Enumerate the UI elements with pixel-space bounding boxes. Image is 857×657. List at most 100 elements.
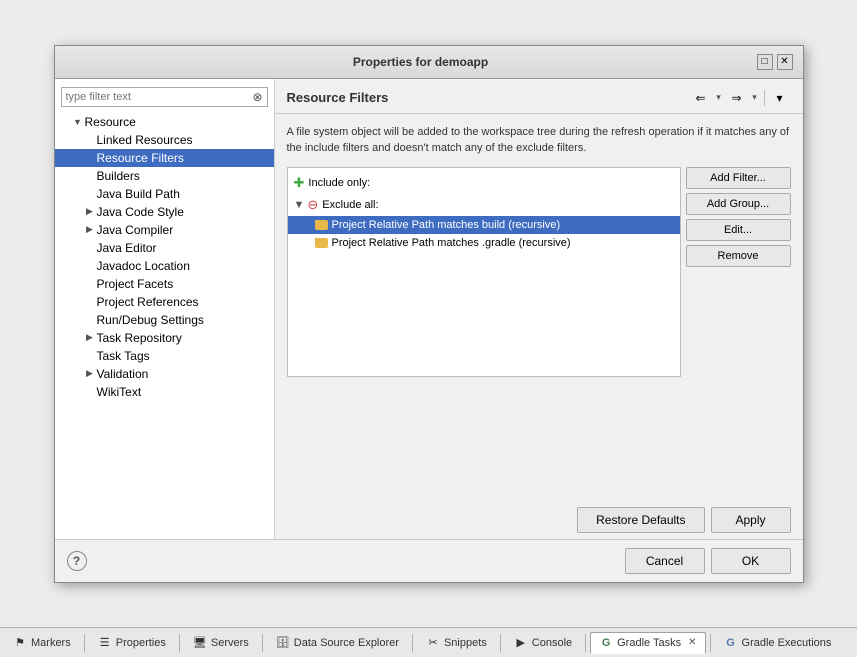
filter-row-1-label: Project Relative Path matches build (rec… — [332, 219, 561, 231]
taskbar-div-6 — [585, 634, 586, 652]
properties-dialog: Properties for demoapp □ ✕ ⊗ ▼ Resource — [54, 45, 804, 583]
filter-input[interactable] — [62, 88, 249, 106]
taskbar-item-snippets[interactable]: ✂ Snippets — [417, 632, 496, 654]
footer-buttons: Cancel OK — [625, 548, 791, 574]
dialog-titlebar: Properties for demoapp □ ✕ — [55, 46, 803, 79]
sidebar-item-validation[interactable]: ▶ Validation — [55, 365, 274, 383]
gradle-tasks-label: Gradle Tasks — [617, 637, 681, 649]
filters-list: ✚ Include only: ▼ ⊖ Exclude all: — [287, 167, 681, 377]
exclude-triangle-icon: ▼ — [294, 199, 305, 211]
sidebar-item-resource[interactable]: ▼ Resource — [55, 113, 274, 131]
spacer-pf — [83, 277, 97, 291]
sidebar-item-builders[interactable]: Builders — [55, 167, 274, 185]
gradle-tasks-close-icon[interactable]: ✕ — [688, 637, 696, 648]
taskbar-item-markers[interactable]: ⚑ Markers — [4, 632, 80, 654]
folder-icon-row2 — [315, 238, 328, 248]
panel-header: Resource Filters ⇐ ▾ ⇒ ▾ ▾ — [275, 79, 803, 114]
cancel-button[interactable]: Cancel — [625, 548, 705, 574]
include-group-header[interactable]: ✚ Include only: — [288, 172, 680, 194]
snippets-label: Snippets — [444, 637, 487, 649]
taskbar-div-3 — [262, 634, 263, 652]
dialog-background: Properties for demoapp □ ✕ ⊗ ▼ Resource — [0, 0, 857, 627]
sidebar-item-run-debug-settings[interactable]: Run/Debug Settings — [55, 311, 274, 329]
restore-defaults-button[interactable]: Restore Defaults — [577, 507, 704, 533]
taskbar-item-properties[interactable]: ☰ Properties — [89, 632, 175, 654]
exclude-minus-icon: ⊖ — [307, 197, 318, 213]
expand-arrow-jcs: ▶ — [83, 205, 97, 219]
nav-forward-button[interactable]: ⇒ — [726, 87, 748, 109]
servers-icon: 🖥 — [193, 636, 207, 650]
filters-section: ✚ Include only: ▼ ⊖ Exclude all: — [287, 167, 791, 377]
nav-forward-dropdown[interactable]: ▾ — [750, 87, 760, 109]
gradle-tasks-icon: G — [599, 636, 613, 650]
sidebar-item-project-references[interactable]: Project References — [55, 293, 274, 311]
exclude-group-label: Exclude all: — [322, 199, 378, 211]
sidebar-item-wikitext[interactable]: WikiText — [55, 383, 274, 401]
panel-toolbar: ⇐ ▾ ⇒ ▾ ▾ — [690, 87, 791, 109]
filter-row-build[interactable]: Project Relative Path matches build (rec… — [288, 216, 680, 234]
datasource-label: Data Source Explorer — [294, 637, 399, 649]
spacer-linked — [83, 133, 97, 147]
sidebar-item-task-tags[interactable]: Task Tags — [55, 347, 274, 365]
spacer-jdl — [83, 259, 97, 273]
sidebar-item-linked-resources[interactable]: Linked Resources — [55, 131, 274, 149]
taskbar-div-2 — [179, 634, 180, 652]
spacer-rf — [83, 151, 97, 165]
markers-icon: ⚑ — [13, 636, 27, 650]
filter-box: ⊗ — [61, 87, 268, 107]
ok-button[interactable]: OK — [711, 548, 791, 574]
include-group-label: Include only: — [308, 177, 370, 189]
taskbar: ⚑ Markers ☰ Properties 🖥 Servers 🗄 Data … — [0, 627, 857, 657]
snippets-icon: ✂ — [426, 636, 440, 650]
spacer-tt — [83, 349, 97, 363]
nav-back-button[interactable]: ⇐ — [690, 87, 712, 109]
sidebar-item-javadoc-location[interactable]: Javadoc Location — [55, 257, 274, 275]
dialog-window-buttons: □ ✕ — [757, 54, 793, 70]
taskbar-item-servers[interactable]: 🖥 Servers — [184, 632, 258, 654]
nav-back-dropdown[interactable]: ▾ — [714, 87, 724, 109]
toolbar-separator — [764, 90, 765, 106]
console-label: Console — [532, 637, 572, 649]
taskbar-div-1 — [84, 634, 85, 652]
filter-clear-button[interactable]: ⊗ — [249, 88, 267, 106]
spacer-builders — [83, 169, 97, 183]
maximize-button[interactable]: □ — [757, 54, 773, 70]
servers-label: Servers — [211, 637, 249, 649]
edit-button[interactable]: Edit... — [686, 219, 791, 241]
sidebar-item-java-code-style[interactable]: ▶ Java Code Style — [55, 203, 274, 221]
gradle-executions-label: Gradle Executions — [742, 637, 832, 649]
spacer-pr — [83, 295, 97, 309]
dialog-title: Properties for demoapp — [85, 55, 757, 69]
taskbar-div-7 — [710, 634, 711, 652]
sidebar-item-task-repository[interactable]: ▶ Task Repository — [55, 329, 274, 347]
filter-row-gradle[interactable]: Project Relative Path matches .gradle (r… — [288, 234, 680, 252]
panel-menu-button[interactable]: ▾ — [769, 87, 791, 109]
taskbar-item-data-source[interactable]: 🗄 Data Source Explorer — [267, 632, 408, 654]
sidebar-item-java-compiler[interactable]: ▶ Java Compiler — [55, 221, 274, 239]
taskbar-div-5 — [500, 634, 501, 652]
sidebar-item-java-build-path[interactable]: Java Build Path — [55, 185, 274, 203]
dialog-footer: ? Cancel OK — [55, 539, 803, 582]
add-group-button[interactable]: Add Group... — [686, 193, 791, 215]
spacer-je — [83, 241, 97, 255]
exclude-group-header[interactable]: ▼ ⊖ Exclude all: — [288, 194, 680, 216]
taskbar-item-gradle-executions[interactable]: G Gradle Executions — [715, 632, 841, 654]
folder-icon-row1 — [315, 220, 328, 230]
taskbar-item-console[interactable]: ▶ Console — [505, 632, 581, 654]
apply-button[interactable]: Apply — [711, 507, 791, 533]
sidebar-item-project-facets[interactable]: Project Facets — [55, 275, 274, 293]
sidebar-item-resource-filters[interactable]: Resource Filters — [55, 149, 274, 167]
panel-title: Resource Filters — [287, 90, 389, 105]
sidebar-item-java-editor[interactable]: Java Editor — [55, 239, 274, 257]
close-button[interactable]: ✕ — [777, 54, 793, 70]
properties-label: Properties — [116, 637, 166, 649]
add-filter-button[interactable]: Add Filter... — [686, 167, 791, 189]
expand-arrow-jc: ▶ — [83, 223, 97, 237]
dialog-main: ⊗ ▼ Resource Linked Resources Resource F… — [55, 79, 803, 539]
spacer-jbp — [83, 187, 97, 201]
remove-button[interactable]: Remove — [686, 245, 791, 267]
help-button[interactable]: ? — [67, 551, 87, 571]
taskbar-item-gradle-tasks[interactable]: G Gradle Tasks ✕ — [590, 632, 705, 654]
panel-bottom-buttons: Restore Defaults Apply — [275, 501, 803, 539]
spacer-wiki — [83, 385, 97, 399]
